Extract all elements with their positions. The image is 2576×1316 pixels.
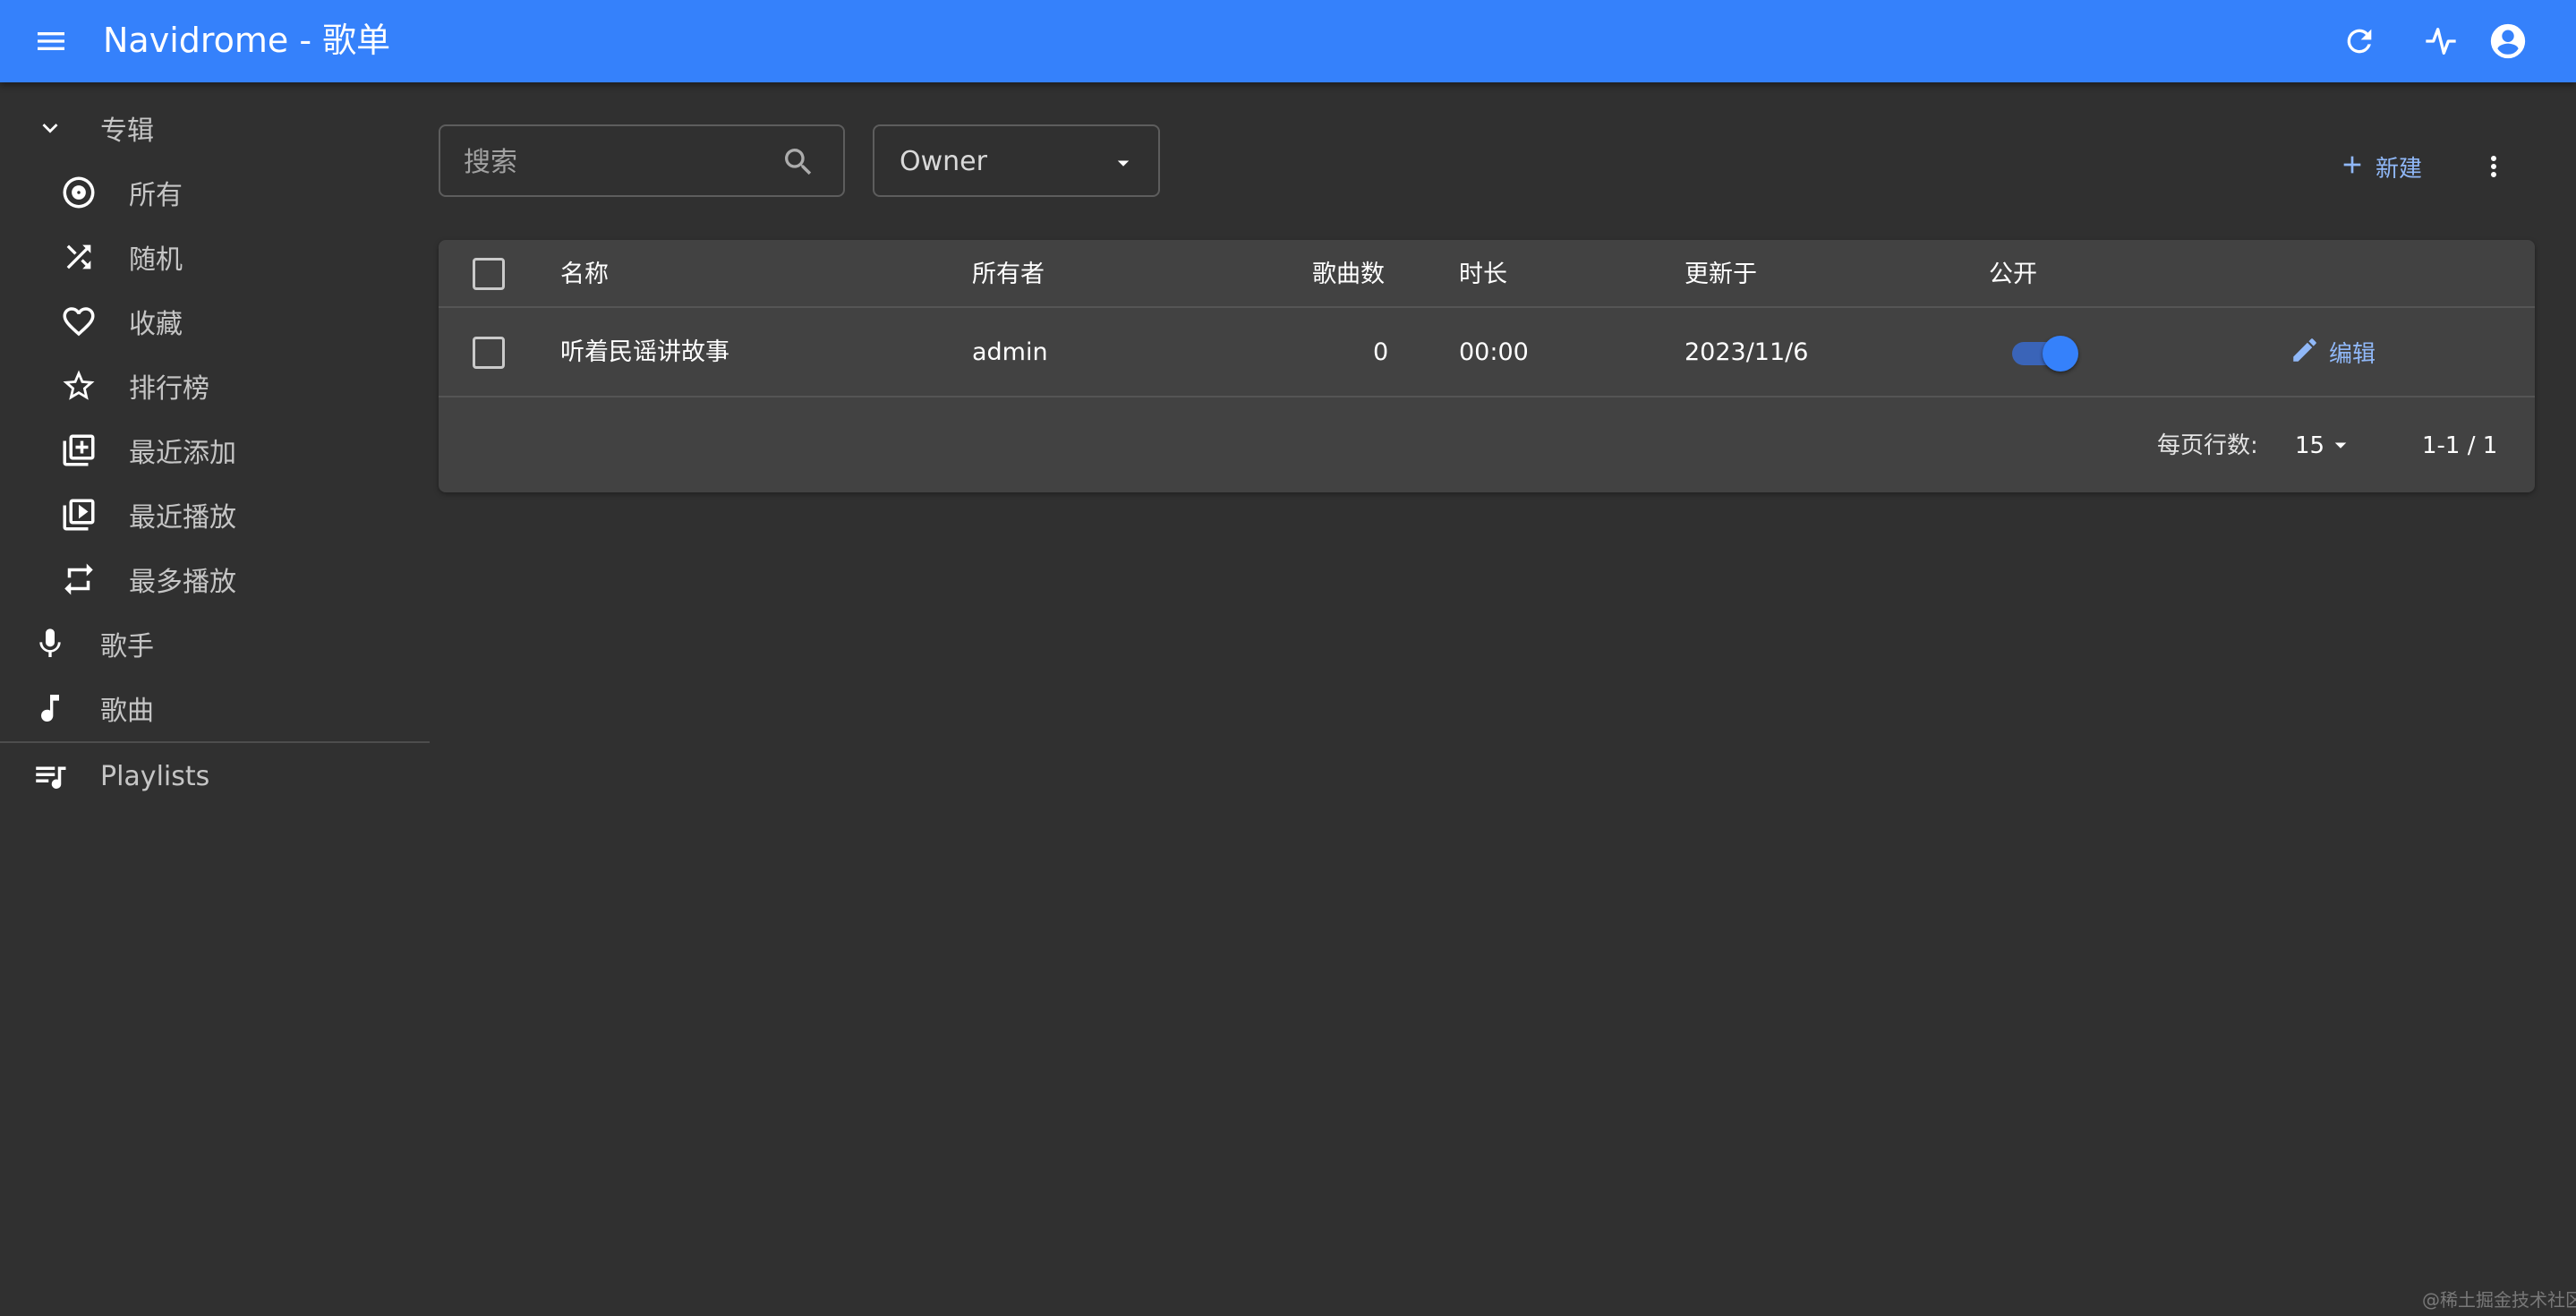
page-title: Navidrome - 歌单	[103, 21, 391, 60]
sidebar-item-playlists[interactable]: Playlists	[27, 745, 209, 808]
create-button-label: 新建	[2376, 155, 2423, 183]
refresh-icon[interactable]	[2333, 15, 2385, 67]
sidebar-item-label: 随机	[129, 244, 183, 276]
column-header-name[interactable]: 名称	[560, 260, 609, 290]
rows-per-page-select[interactable]: 15	[2295, 430, 2324, 462]
sidebar-item-label: Playlists	[100, 760, 210, 792]
table-row[interactable]: 听着民谣讲故事 admin 0 00:00 2023/11/6 编辑	[439, 308, 2535, 397]
column-header-public[interactable]: 公开	[1989, 260, 2037, 290]
pencil-icon	[2290, 335, 2320, 369]
playlist-owner: admin	[972, 338, 1048, 366]
sidebar-item-label: 最近添加	[129, 438, 236, 469]
select-all-checkbox[interactable]	[473, 258, 505, 290]
sidebar-item-songs[interactable]: 歌曲	[27, 677, 154, 739]
column-header-duration[interactable]: 时长	[1459, 260, 1507, 290]
edit-button-label: 编辑	[2329, 340, 2376, 368]
sidebar-item-recently-played[interactable]: 最近播放	[55, 483, 236, 546]
sidebar-item-random[interactable]: 随机	[55, 226, 183, 288]
pagination: 每页行数: 15 1-1 / 1	[439, 399, 2535, 492]
app-bar: Navidrome - 歌单	[0, 0, 2576, 82]
column-header-owner[interactable]: 所有者	[972, 260, 1045, 290]
sidebar-item-favourites[interactable]: 收藏	[55, 290, 183, 353]
sidebar-divider	[0, 741, 430, 743]
sidebar: 专辑 所有 随机 收藏 排行榜 最近添加 最近播放 最多播放 歌手 歌曲 Pla…	[0, 82, 430, 1316]
playlist-song-count: 0	[1373, 338, 1389, 366]
activity-icon[interactable]	[2415, 15, 2467, 67]
search-icon[interactable]	[779, 142, 818, 182]
sidebar-group-albums[interactable]: 专辑	[27, 97, 154, 159]
star-icon	[55, 363, 102, 409]
pagination-range: 1-1 / 1	[2422, 432, 2498, 459]
album-disc-icon	[55, 169, 102, 216]
owner-select-value: Owner	[900, 146, 987, 177]
create-button[interactable]: 新建	[2338, 143, 2422, 190]
more-vert-icon[interactable]	[2470, 143, 2517, 190]
account-circle-icon[interactable]	[2482, 15, 2534, 67]
library-play-icon	[55, 491, 102, 538]
search-field[interactable]	[439, 124, 845, 197]
caret-down-icon[interactable]	[2327, 432, 2354, 458]
sidebar-item-label: 所有	[129, 180, 183, 211]
sidebar-item-artists[interactable]: 歌手	[27, 612, 154, 675]
heart-icon	[55, 298, 102, 345]
caret-down-icon	[1110, 150, 1137, 176]
microphone-icon	[27, 620, 73, 667]
edit-button[interactable]: 编辑	[2290, 331, 2376, 372]
search-input[interactable]	[464, 142, 768, 182]
table-header: 名称 所有者 歌曲数 时长 更新于 公开	[439, 240, 2535, 308]
music-note-icon	[27, 685, 73, 731]
sidebar-item-most-played[interactable]: 最多播放	[55, 548, 236, 611]
shuffle-icon	[55, 234, 102, 280]
sidebar-item-label: 收藏	[129, 309, 183, 340]
plus-icon	[2338, 150, 2367, 183]
sidebar-group-label: 专辑	[100, 115, 154, 147]
row-checkbox[interactable]	[473, 337, 505, 369]
owner-select[interactable]: Owner	[873, 124, 1160, 197]
sidebar-item-label: 排行榜	[129, 373, 209, 405]
column-header-song-count[interactable]: 歌曲数	[1312, 260, 1385, 290]
library-add-icon	[55, 427, 102, 474]
chevron-down-icon	[27, 105, 73, 151]
sidebar-item-label: 最近播放	[129, 502, 236, 534]
sidebar-item-label: 歌曲	[100, 696, 154, 727]
column-header-updated[interactable]: 更新于	[1685, 260, 1757, 290]
sidebar-item-label: 歌手	[100, 631, 154, 662]
playlist-table: 名称 所有者 歌曲数 时长 更新于 公开 听着民谣讲故事 admin 0 00:…	[439, 240, 2535, 492]
rows-per-page-label: 每页行数:	[2157, 432, 2258, 459]
playlist-updated: 2023/11/6	[1685, 338, 1809, 366]
public-toggle[interactable]	[2009, 333, 2080, 372]
playlist-icon	[27, 753, 73, 799]
playlist-duration: 00:00	[1459, 338, 1529, 366]
menu-icon[interactable]	[27, 17, 75, 65]
watermark: @稀土掘金技术社区	[2422, 1289, 2576, 1311]
sidebar-item-label: 最多播放	[129, 567, 236, 598]
toggle-thumb	[2043, 336, 2078, 372]
sidebar-item-recently-added[interactable]: 最近添加	[55, 419, 236, 482]
playlist-name: 听着民谣讲故事	[560, 338, 729, 366]
repeat-icon	[55, 556, 102, 602]
sidebar-item-all[interactable]: 所有	[55, 161, 183, 224]
sidebar-item-top-rated[interactable]: 排行榜	[55, 355, 209, 417]
